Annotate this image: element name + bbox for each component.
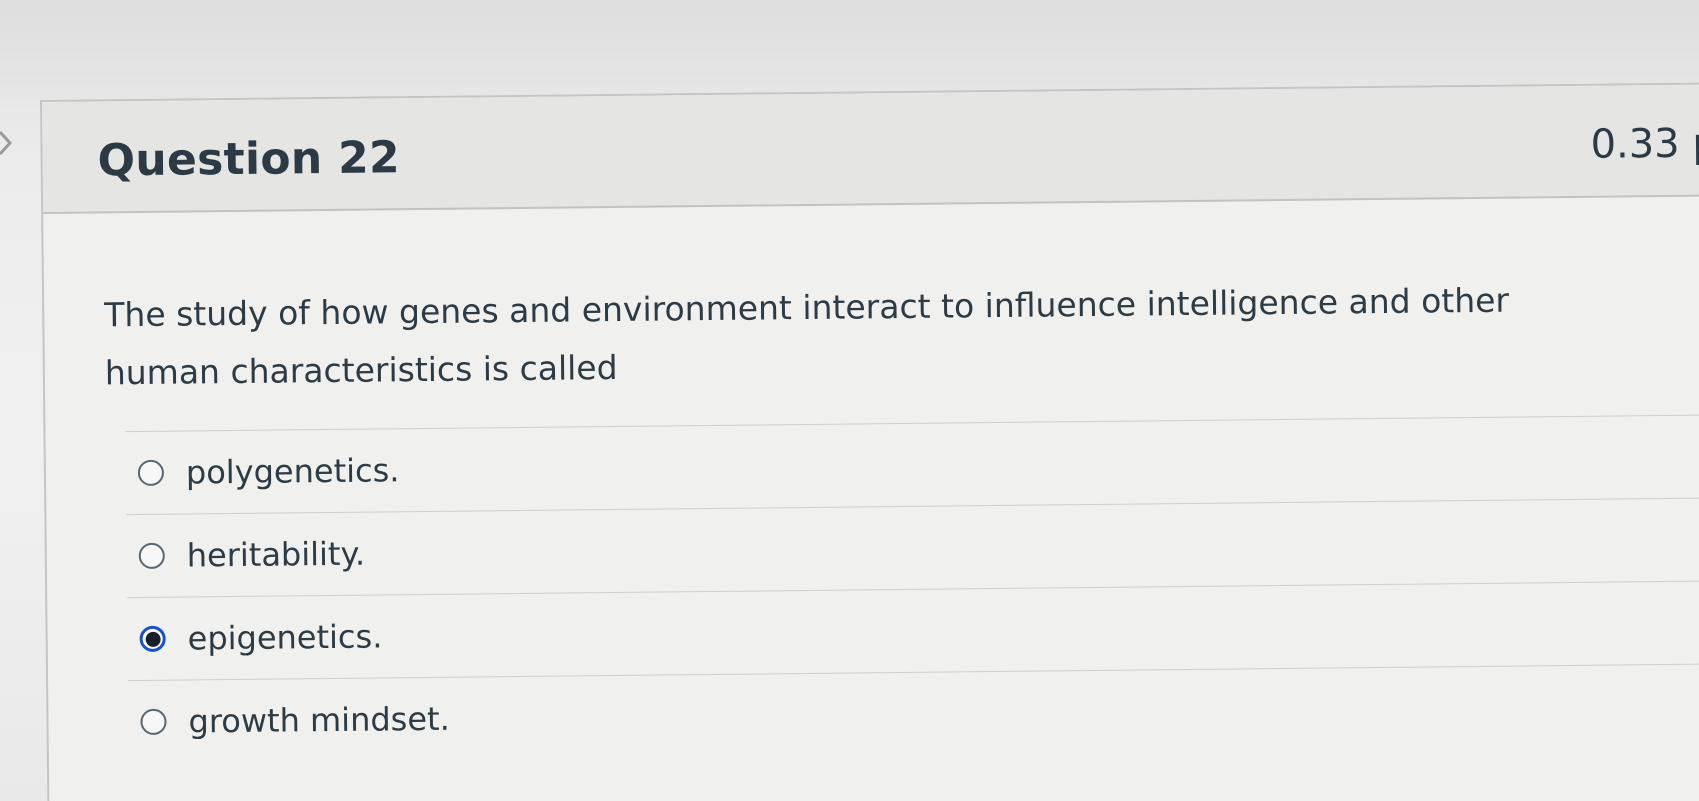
radio-button[interactable] <box>137 459 165 486</box>
question-points: 0.33 p <box>1590 120 1699 168</box>
answer-label[interactable]: polygenetics. <box>186 451 400 491</box>
answer-label[interactable]: heritability. <box>187 535 366 575</box>
answer-label[interactable]: epigenetics. <box>187 617 382 657</box>
radio-dot <box>145 631 161 647</box>
answer-label[interactable]: growth mindset. <box>188 700 450 741</box>
radio-button[interactable] <box>138 542 165 569</box>
answer-list: polygenetics. heritability. epigenetics.… <box>125 414 1699 764</box>
answer-option-growth-mindset[interactable]: growth mindset. <box>128 663 1699 764</box>
question-card: Question 22 0.33 p The study of how gene… <box>40 82 1699 801</box>
radio-button-selected[interactable] <box>139 625 166 652</box>
chevron-right-icon[interactable] <box>0 128 16 158</box>
radio-button[interactable] <box>140 708 167 735</box>
question-text: The study of how genes and environment i… <box>104 280 1510 393</box>
question-title: Question 22 <box>97 132 401 187</box>
question-header: Question 22 0.33 p <box>42 84 1699 214</box>
screen: Question 22 0.33 p The study of how gene… <box>0 0 1699 801</box>
